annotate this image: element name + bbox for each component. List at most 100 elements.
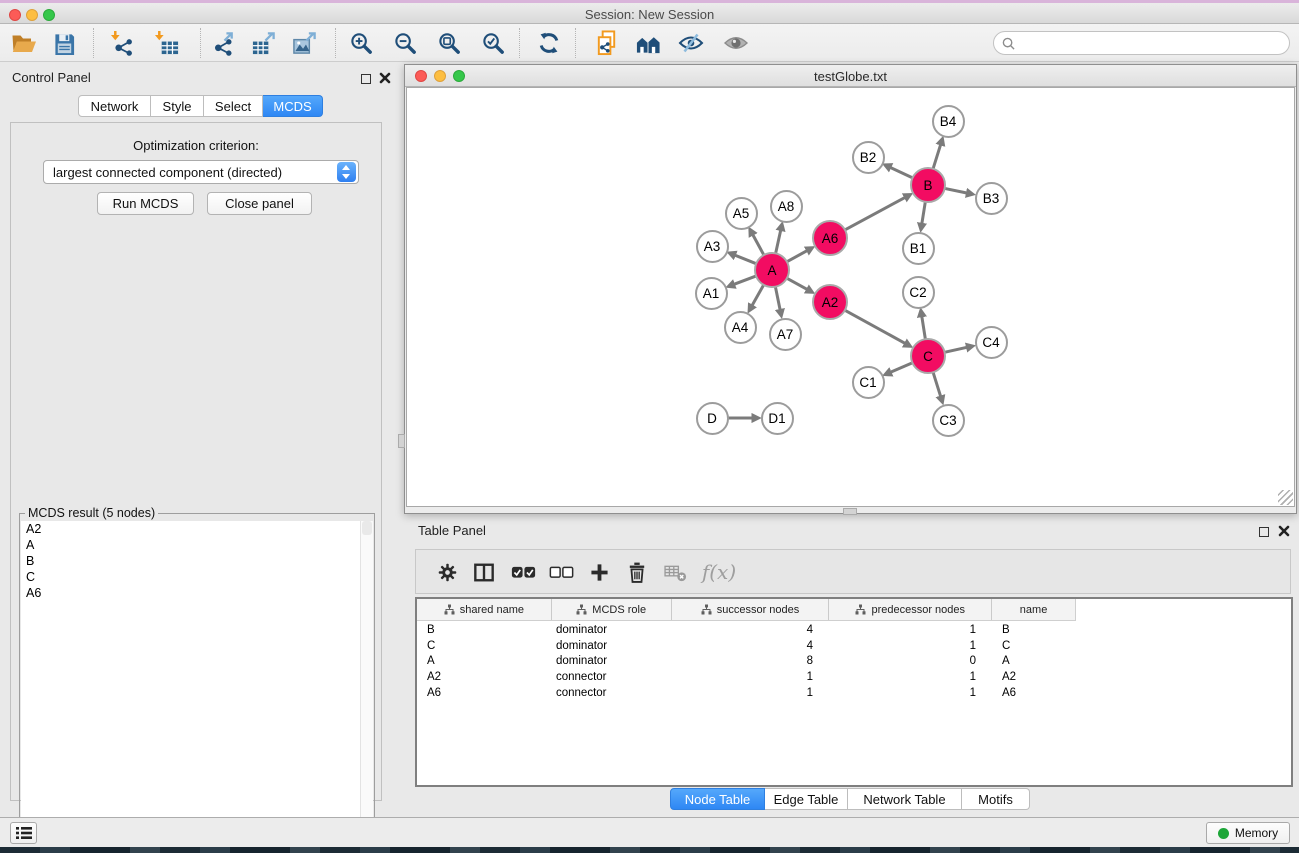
- trash-icon[interactable]: [622, 558, 652, 586]
- graph-node-C1[interactable]: C1: [852, 366, 885, 399]
- graph-node-C4[interactable]: C4: [975, 326, 1008, 359]
- table-cell[interactable]: dominator: [552, 639, 672, 655]
- memory-button[interactable]: Memory: [1206, 822, 1290, 844]
- graph-node-A7[interactable]: A7: [769, 318, 802, 351]
- table-cell[interactable]: 4: [672, 639, 830, 655]
- run-mcds-button[interactable]: Run MCDS: [97, 192, 194, 215]
- export-table-icon[interactable]: [248, 28, 280, 58]
- table-row[interactable]: Cdominator41C: [417, 639, 1291, 655]
- task-list-button[interactable]: [10, 822, 37, 844]
- tab-style[interactable]: Style: [151, 95, 204, 117]
- table-cell[interactable]: 1: [672, 670, 830, 686]
- graph-node-B1[interactable]: B1: [902, 232, 935, 265]
- table-cell[interactable]: A2: [417, 670, 552, 686]
- function-fx-icon[interactable]: f(x): [698, 558, 740, 586]
- search-field[interactable]: [993, 31, 1290, 55]
- save-floppy-icon[interactable]: [48, 28, 80, 58]
- mcds-result-item[interactable]: A: [21, 537, 360, 553]
- close-panel-icon[interactable]: [379, 72, 391, 84]
- zoom-in-icon[interactable]: [345, 28, 377, 58]
- plus-icon[interactable]: [584, 558, 614, 586]
- column-header-name[interactable]: name: [992, 599, 1075, 620]
- float-panel-icon[interactable]: [361, 74, 371, 84]
- tab-network-table[interactable]: Network Table: [848, 788, 962, 810]
- table-cell[interactable]: 1: [830, 686, 993, 702]
- import-table-icon[interactable]: [151, 28, 183, 58]
- table-cell[interactable]: B: [993, 623, 1076, 639]
- graph-node-B2[interactable]: B2: [852, 141, 885, 174]
- gear-icon[interactable]: [432, 558, 462, 586]
- table-cell[interactable]: dominator: [552, 654, 672, 670]
- table-cell[interactable]: dominator: [552, 623, 672, 639]
- tab-edge-table[interactable]: Edge Table: [765, 788, 848, 810]
- tab-motifs[interactable]: Motifs: [962, 788, 1030, 810]
- close-panel-icon[interactable]: [1278, 525, 1290, 537]
- graph-node-C3[interactable]: C3: [932, 404, 965, 437]
- tab-mcds[interactable]: MCDS: [263, 95, 323, 117]
- graph-node-A1[interactable]: A1: [695, 277, 728, 310]
- table-cell[interactable]: 1: [830, 639, 993, 655]
- table-cell[interactable]: C: [417, 639, 552, 655]
- checked-boxes-icon[interactable]: [508, 558, 538, 586]
- column-header-shared-name[interactable]: shared name: [417, 599, 552, 620]
- delete-table-icon[interactable]: [660, 558, 690, 586]
- graph-node-B[interactable]: B: [910, 167, 946, 203]
- zoom-fit-icon[interactable]: [433, 28, 465, 58]
- eye-slash-icon[interactable]: [675, 28, 707, 58]
- double-house-icon[interactable]: [632, 28, 664, 58]
- graph-node-B4[interactable]: B4: [932, 105, 965, 138]
- table-row[interactable]: Bdominator41B: [417, 623, 1291, 639]
- import-network-icon[interactable]: [106, 28, 138, 58]
- mcds-result-item[interactable]: B: [21, 553, 360, 569]
- graph-node-A4[interactable]: A4: [724, 311, 757, 344]
- graph-node-C2[interactable]: C2: [902, 276, 935, 309]
- table-cell[interactable]: 1: [672, 686, 830, 702]
- graph-node-A6[interactable]: A6: [812, 220, 848, 256]
- table-row[interactable]: A2connector11A2: [417, 670, 1291, 686]
- network-window-titlebar[interactable]: testGlobe.txt: [405, 65, 1296, 87]
- criterion-select[interactable]: largest connected component (directed): [43, 160, 359, 184]
- mcds-result-item[interactable]: A2: [21, 521, 360, 537]
- column-header-mcds-role[interactable]: MCDS role: [552, 599, 672, 620]
- network-canvas[interactable]: B4B2BB3A8A5A6A3B1AA1C2A2A4A7C4CC1C3DD1: [406, 87, 1295, 507]
- graph-node-A2[interactable]: A2: [812, 284, 848, 320]
- table-cell[interactable]: 4: [672, 623, 830, 639]
- table-cell[interactable]: 1: [830, 670, 993, 686]
- table-row[interactable]: Adominator80A: [417, 654, 1291, 670]
- scrollbar[interactable]: [360, 521, 373, 851]
- tab-node-table[interactable]: Node Table: [670, 788, 765, 810]
- table-cell[interactable]: 0: [830, 654, 993, 670]
- copy-pages-icon[interactable]: [591, 28, 623, 58]
- graph-node-D[interactable]: D: [696, 402, 729, 435]
- column-header-predecessor-nodes[interactable]: predecessor nodes: [829, 599, 992, 620]
- graph-node-B3[interactable]: B3: [975, 182, 1008, 215]
- splitter-handle[interactable]: [843, 508, 857, 515]
- mcds-result-item[interactable]: A6: [21, 585, 360, 601]
- zoom-selected-icon[interactable]: [477, 28, 509, 58]
- table-cell[interactable]: connector: [552, 670, 672, 686]
- search-input[interactable]: [1020, 34, 1279, 52]
- zoom-out-icon[interactable]: [389, 28, 421, 58]
- table-cell[interactable]: A2: [993, 670, 1076, 686]
- eye-icon[interactable]: [720, 28, 752, 58]
- graph-node-A[interactable]: A: [754, 252, 790, 288]
- close-panel-button[interactable]: Close panel: [207, 192, 312, 215]
- open-folder-icon[interactable]: [8, 28, 40, 58]
- table-cell[interactable]: A: [993, 654, 1076, 670]
- export-image-icon[interactable]: [289, 28, 321, 58]
- table-cell[interactable]: A: [417, 654, 552, 670]
- graph-node-A5[interactable]: A5: [725, 197, 758, 230]
- table-cell[interactable]: A6: [993, 686, 1076, 702]
- tab-select[interactable]: Select: [204, 95, 263, 117]
- mcds-result-item[interactable]: C: [21, 569, 360, 585]
- table-cell[interactable]: 1: [830, 623, 993, 639]
- resize-grip-icon[interactable]: [1278, 490, 1293, 505]
- circular-arrows-icon[interactable]: [533, 28, 565, 58]
- graph-node-A8[interactable]: A8: [770, 190, 803, 223]
- float-panel-icon[interactable]: [1259, 527, 1269, 537]
- export-network-icon[interactable]: [208, 28, 240, 58]
- table-row[interactable]: A6connector11A6: [417, 686, 1291, 702]
- splitter-handle[interactable]: [398, 434, 405, 448]
- table-cell[interactable]: 8: [672, 654, 830, 670]
- column-header-successor-nodes[interactable]: successor nodes: [672, 599, 830, 620]
